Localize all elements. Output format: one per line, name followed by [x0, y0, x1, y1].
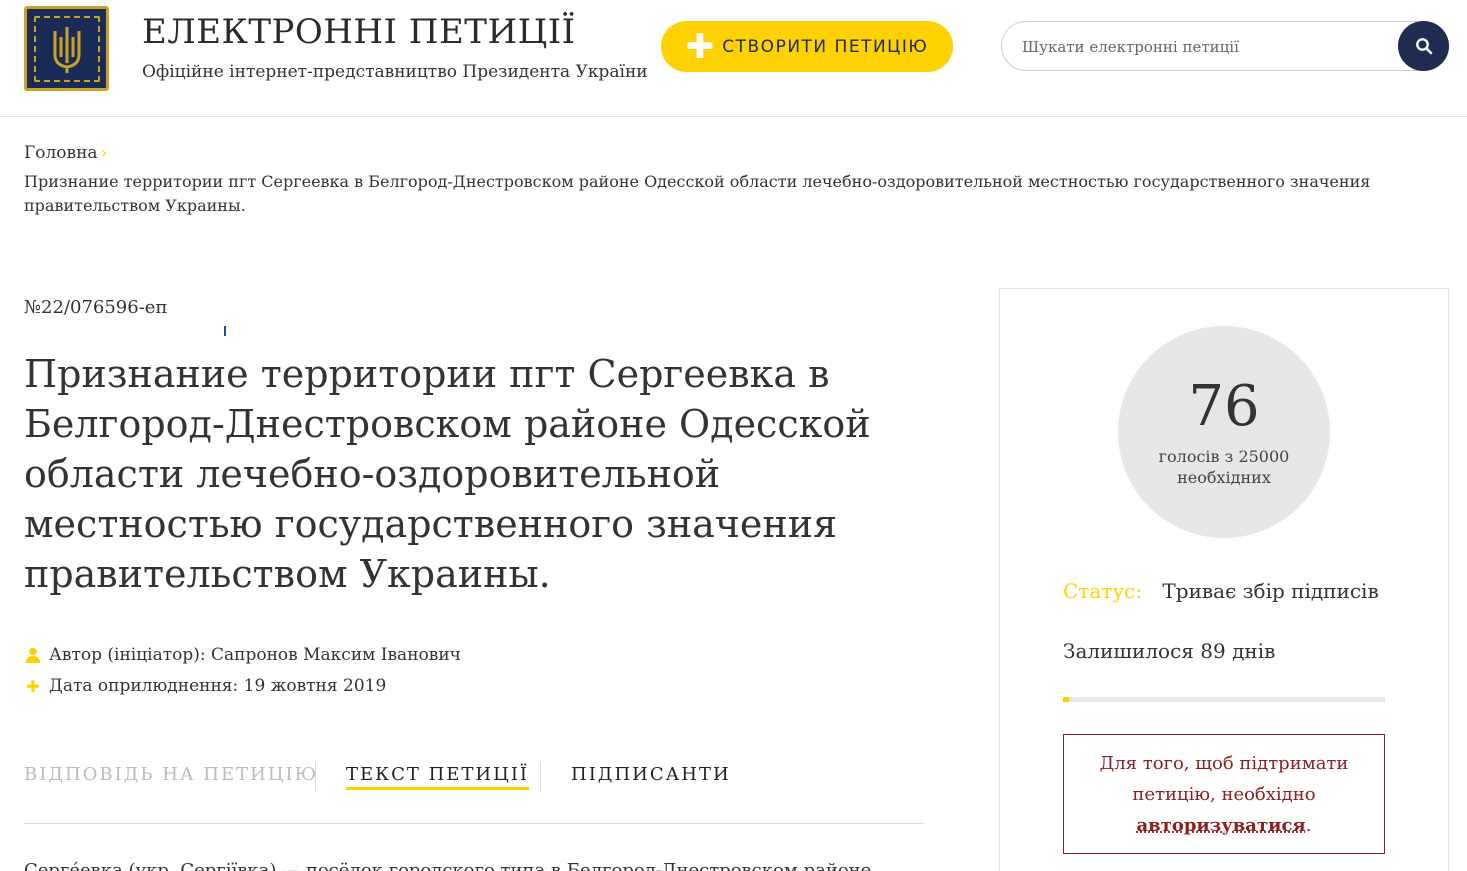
petition-date-row: ✚ Дата оприлюднення: 19 жовтня 2019	[24, 676, 386, 696]
votes-progress-bar	[1063, 697, 1385, 702]
petition-number: №22/076596-еп	[24, 297, 168, 318]
search-input[interactable]	[1022, 34, 1392, 60]
plus-icon: ✚	[26, 676, 40, 696]
status-value: Триває збір підписів	[1162, 579, 1379, 603]
tab-divider	[540, 762, 541, 792]
create-petition-button[interactable]: ✚ СТВОРИТИ ПЕТИЦІЮ	[661, 21, 953, 72]
petition-tabs: ВІДПОВІДЬ НА ПЕТИЦІЮ ТЕКСТ ПЕТИЦІЇ ПІДПИ…	[24, 760, 924, 824]
breadcrumb-home-link[interactable]: Головна	[24, 143, 98, 163]
search-button[interactable]	[1398, 21, 1449, 71]
tab-petition-text[interactable]: ТЕКСТ ПЕТИЦІЇ	[346, 764, 530, 790]
votes-count: 76	[1188, 374, 1260, 439]
petition-sidebar: 76 голосів з 25000 необхідних Статус: Тр…	[999, 288, 1449, 871]
petition-body-text: Серге́евка (укр. Сергіївка) — посёлок го…	[24, 860, 872, 871]
votes-needed-line2: необхідних	[1177, 468, 1271, 487]
breadcrumb-current: Признание территории пгт Сергеевка в Бел…	[24, 172, 1371, 215]
votes-progress-fill	[1063, 697, 1069, 702]
chevron-right-icon: ›	[101, 143, 108, 162]
tab-answer[interactable]: ВІДПОВІДЬ НА ПЕТИЦІЮ	[24, 764, 318, 785]
days-left: Залишилося 89 днів	[1063, 639, 1276, 663]
plus-icon: ✚	[685, 26, 715, 67]
site-logo[interactable]	[24, 6, 109, 91]
petition-title: Признание территории пгт Сергеевка в Бел…	[24, 352, 871, 596]
petition-date: Дата оприлюднення: 19 жовтня 2019	[49, 676, 387, 696]
petition-author: Автор (ініціатор): Сапронов Максим Івано…	[49, 645, 461, 665]
votes-needed: голосів з 25000 необхідних	[1118, 446, 1330, 488]
create-petition-label: СТВОРИТИ ПЕТИЦІЮ	[722, 36, 929, 57]
trident-icon	[33, 15, 100, 82]
site-title[interactable]: ЕЛЕКТРОННІ ПЕТИЦІЇ	[142, 12, 576, 52]
auth-text: Для того, щоб підтримати петицію, необхі…	[1099, 753, 1349, 805]
user-icon	[24, 647, 42, 663]
search-box	[1001, 21, 1449, 71]
login-link[interactable]: авторизуватися	[1137, 815, 1306, 836]
votes-needed-line1: голосів з 25000	[1158, 447, 1290, 466]
site-header: ЕЛЕКТРОННІ ПЕТИЦІЇ Офіційне інтернет-пре…	[0, 0, 1467, 117]
votes-progress-tick	[224, 326, 226, 336]
auth-text-end: .	[1305, 815, 1312, 836]
site-subtitle: Офіційне інтернет-представництво Президе…	[142, 62, 648, 82]
auth-required-notice: Для того, щоб підтримати петицію, необхі…	[1063, 734, 1385, 854]
tab-divider	[315, 762, 316, 792]
petition-author-row: Автор (ініціатор): Сапронов Максим Івано…	[24, 645, 461, 665]
tab-signatories[interactable]: ПІДПИСАНТИ	[571, 764, 731, 785]
status-row: Статус: Триває збір підписів	[1063, 579, 1379, 603]
search-icon	[1415, 38, 1432, 55]
status-label: Статус:	[1063, 579, 1143, 603]
